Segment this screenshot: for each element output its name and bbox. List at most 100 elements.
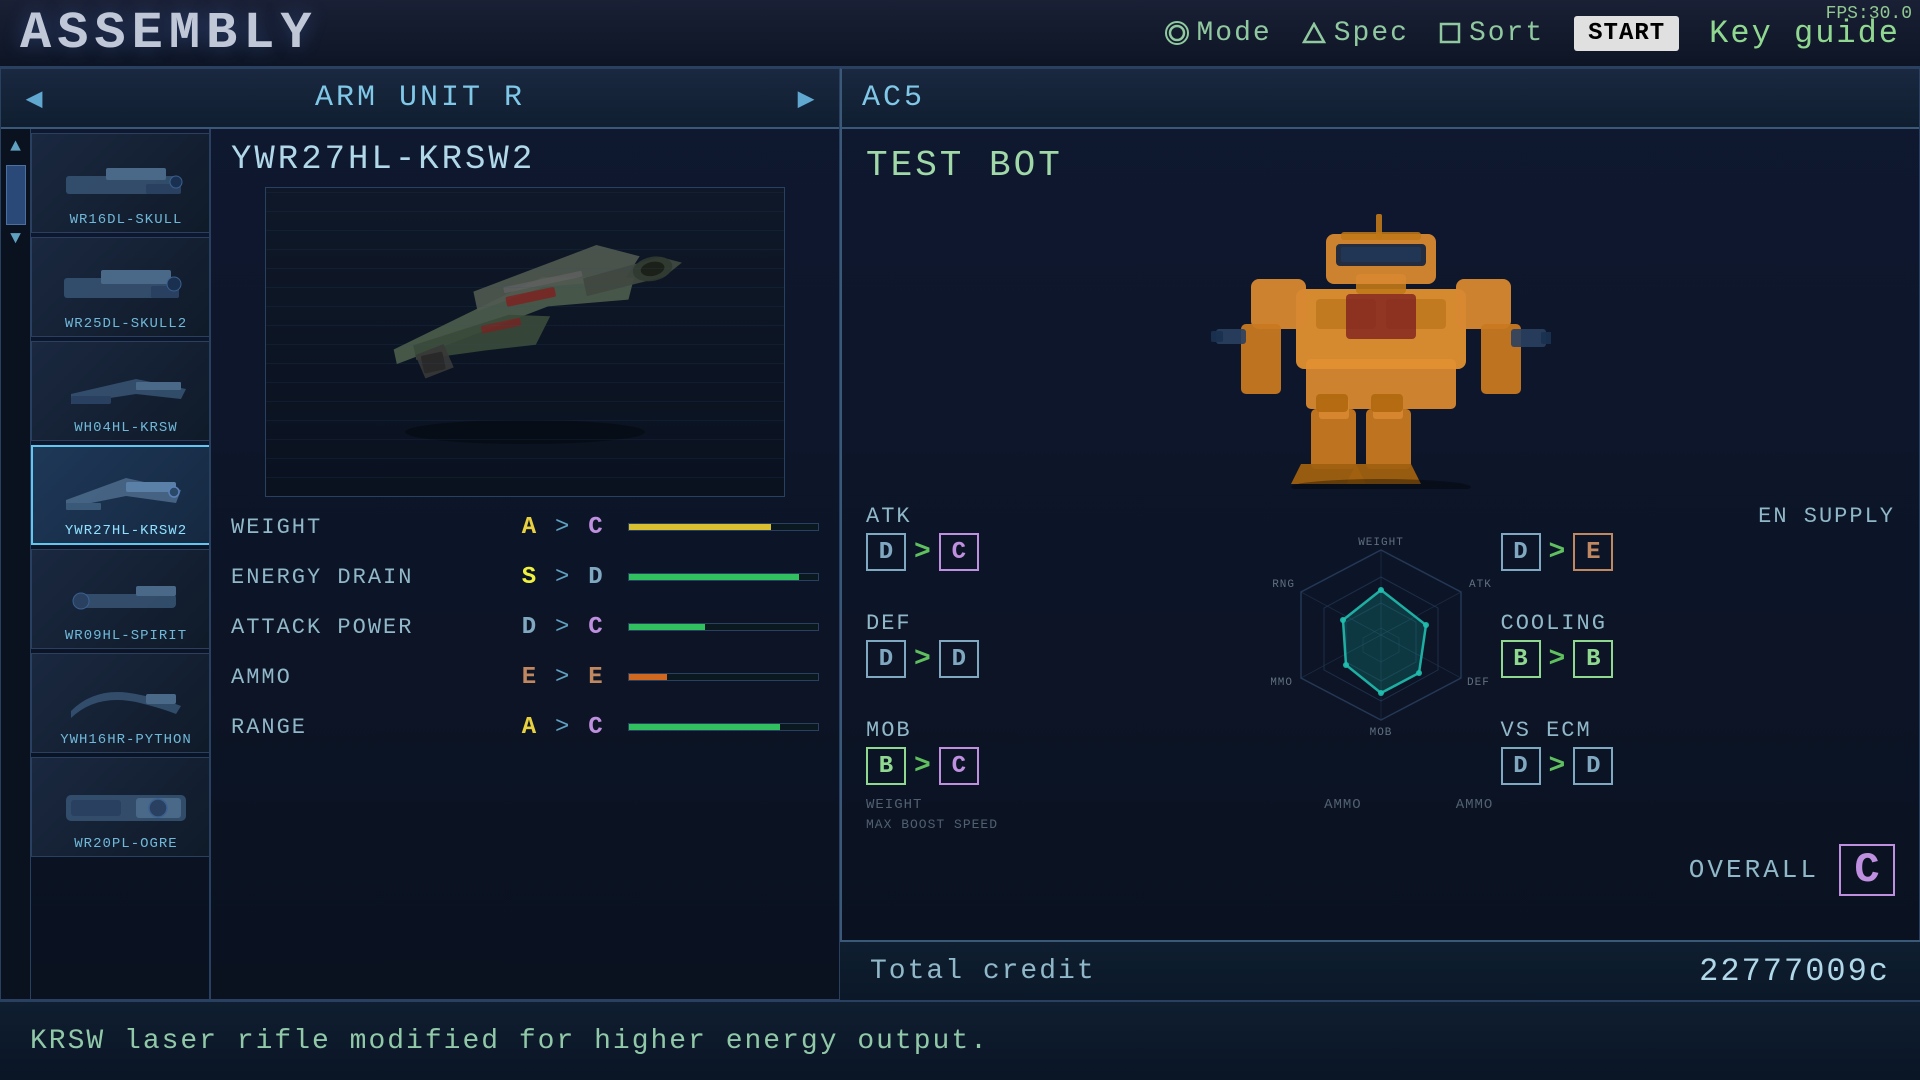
stat-cooling-before: B [1501,640,1541,678]
nav-spec-label: Spec [1334,18,1409,49]
stat-ammo-label: AMMO [231,665,511,690]
stat-weight-arrow: > [555,514,569,541]
stat-attack-label: ATTACK POWER [231,615,511,640]
weapon-thumbnail [56,676,196,731]
list-item-label: YWR27HL-KRSW2 [33,523,211,539]
list-item[interactable]: WR16DL-SKULL [31,133,211,233]
stat-vs-ecm-after: D [1573,747,1613,785]
list-item[interactable]: WR20PL-OGRE [31,757,211,857]
scroll-thumb[interactable] [6,165,26,225]
stats-right-column: EN SUPPLY D > E COOLING B > B VS ECM [1501,504,1896,785]
stat-def-after: D [939,640,979,678]
stat-weight-after: C [577,514,613,541]
nav-mode-label: Mode [1197,18,1272,49]
stats-section: WEIGHT A > C ENERGY DRAIN S > D AT [211,497,839,763]
right-panel-header: AC5 [842,69,1919,129]
stat-attack-before: D [511,614,547,641]
category-title: Arm Unit R [52,81,788,115]
stat-range-bar [629,724,780,730]
list-item[interactable]: YWH16HR-PYTHON [31,653,211,753]
stat-def-grades: D > D [866,640,1261,678]
list-item-label: WR16DL-SKULL [32,212,211,228]
stat-energy-before: S [511,564,547,591]
radar-label-ammo: AMMO AMMO [1324,797,1493,813]
svg-text:MOB: MOB [1369,727,1392,739]
stat-atk-grades: D > C [866,533,1261,571]
stat-energy-after: D [577,564,613,591]
stat-weight-before: A [511,514,547,541]
robot-svg [1211,199,1551,489]
stat-attack-arrow: > [555,614,569,641]
boost-speed-row: MAX BOOST SPEED [842,815,1919,836]
stat-range-before: A [511,714,547,741]
list-item[interactable]: WR09HL-SPIRIT [31,549,211,649]
boost-label: MAX BOOST SPEED [866,817,998,832]
radar-svg: WEIGHT ATK DEF MOB AMMO RNG [1271,535,1491,755]
app-title: ASSEMBLY [20,4,318,63]
stat-atk-before: D [866,533,906,571]
list-item-label: WH04HL-KRSW [32,420,211,436]
stat-mob: MOB B > C [866,718,1261,785]
stat-def-before: D [866,640,906,678]
stat-weight-row: WEIGHT A > C [231,505,819,549]
stat-en-supply-grades: D > E [1501,533,1896,571]
stat-ammo-bar-container [628,673,819,681]
svg-text:AMMO: AMMO [1271,677,1293,689]
stat-def-label: DEF [866,611,1261,636]
nav-sort[interactable]: Sort [1439,18,1544,49]
stat-atk-arrow: > [914,537,931,568]
overall-row: OVERALL C [842,836,1919,904]
stat-energy-row: ENERGY DRAIN S > D [231,555,819,599]
stat-range-after: C [577,714,613,741]
square-icon [1439,22,1461,44]
category-next-button[interactable]: ▶ [788,80,824,116]
stat-mob-before: B [866,747,906,785]
fps-counter: FPS:30.0 [1826,4,1912,24]
stat-energy-label: ENERGY DRAIN [231,565,511,590]
stat-ammo-before: E [511,664,547,691]
scroll-up-button[interactable]: ▲ [6,133,25,161]
stat-weight-label: WEIGHT [231,515,511,540]
stat-mob-grades: B > C [866,747,1261,785]
preview-scanlines [266,188,784,496]
header: ASSEMBLY Mode Spec Sort START Key guide … [0,0,1920,68]
stat-cooling-after: B [1573,640,1613,678]
credit-value: 22777009c [1699,953,1890,990]
item-name: YWR27HL-KRSW2 [211,129,839,187]
stat-def-arrow: > [914,644,931,675]
stat-range-arrow: > [555,714,569,741]
list-item[interactable]: WR25DL-SKULL2 [31,237,211,337]
description-bar: KRSW laser rifle modified for higher ene… [0,1000,1920,1080]
right-panel-title: AC5 [862,81,925,115]
category-prev-button[interactable]: ◀ [16,80,52,116]
start-button[interactable]: START [1574,16,1679,51]
stat-energy-bar-container [628,573,819,581]
stat-atk-after: C [939,533,979,571]
stat-cooling: COOLING B > B [1501,611,1896,678]
stat-range-label: RANGE [231,715,511,740]
radar-chart: WEIGHT ATK DEF MOB AMMO RNG [1271,535,1491,755]
stat-cooling-label: COOLING [1501,611,1896,636]
stat-en-supply-after: E [1573,533,1613,571]
stat-weight-bar-container [628,523,819,531]
stat-def: DEF D > D [866,611,1261,678]
nav-mode[interactable]: Mode [1165,18,1272,49]
stat-energy-arrow: > [555,564,569,591]
stat-attack-after: C [577,614,613,641]
stat-energy-bar [629,574,799,580]
list-item-selected[interactable]: YWR27HL-KRSW2 [31,445,211,545]
circle-icon [1165,21,1189,45]
description-text: KRSW laser rifle modified for higher ene… [30,1026,989,1057]
stat-range-row: RANGE A > C [231,705,819,749]
nav-spec[interactable]: Spec [1302,18,1409,49]
stat-attack-bar [629,624,704,630]
list-item[interactable]: WH04HL-KRSW [31,341,211,441]
radar-label-weight: WEIGHT [866,797,922,813]
scroll-track: ▲ ▼ [1,129,31,999]
scroll-down-button[interactable]: ▼ [6,225,25,253]
left-panel: ◀ Arm Unit R ▶ ▲ ▼ WR16DL-SKULL [0,68,840,1000]
stat-attack-bar-container [628,623,819,631]
stat-vs-ecm-label: VS ECM [1501,718,1896,743]
stats-left-column: ATK D > C DEF D > D MOB B [866,504,1261,785]
stat-ammo-row: AMMO E > E [231,655,819,699]
